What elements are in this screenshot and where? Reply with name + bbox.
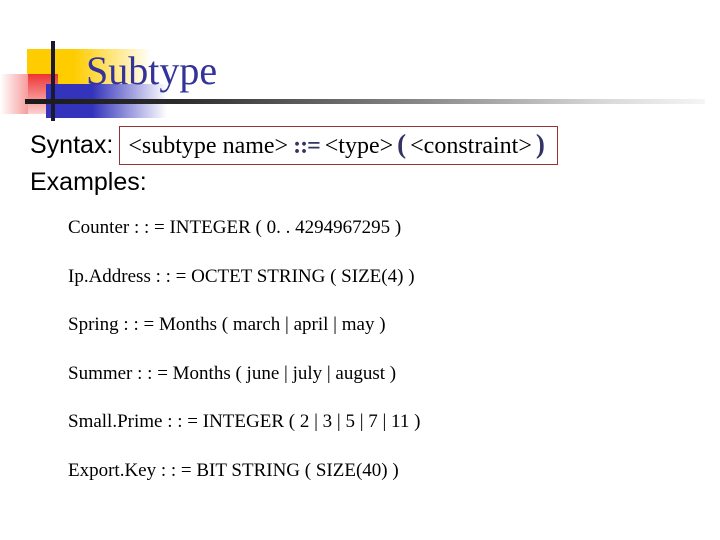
red-square-icon bbox=[28, 74, 58, 114]
list-item: Spring : : = Months ( march | april | ma… bbox=[68, 314, 386, 335]
examples-label: Examples: bbox=[30, 168, 147, 196]
list-item: Summer : : = Months ( june | july | augu… bbox=[68, 362, 397, 384]
syntax-token-assign: ::= bbox=[293, 132, 321, 159]
syntax-label: Syntax: bbox=[30, 131, 114, 159]
page-title: Subtype bbox=[86, 48, 218, 93]
syntax-token-type: <type> bbox=[324, 132, 394, 159]
list-item: Counter : : = INTEGER ( 0. . 4294967295 … bbox=[68, 217, 402, 238]
syntax-token-paren-close: ) bbox=[535, 128, 545, 159]
vertical-rule-icon bbox=[51, 41, 55, 121]
list-item: Small.Prime : : = INTEGER ( 2 | 3 | 5 | … bbox=[68, 411, 421, 432]
syntax-formula-box: <subtype name> ::= <type> ( <constraint>… bbox=[119, 125, 558, 165]
syntax-token-subtype-name: <subtype name> bbox=[128, 132, 289, 159]
slide-canvas: Subtype Syntax: <subtype name> ::= <type… bbox=[0, 0, 720, 540]
horizontal-rule-icon bbox=[25, 99, 705, 104]
examples-list: Counter : : = INTEGER ( 0. . 4294967295 … bbox=[68, 216, 708, 507]
list-item: Ip.Address : : = OCTET STRING ( SIZE(4) … bbox=[68, 265, 415, 287]
red-fade-band-icon bbox=[0, 74, 58, 114]
gold-square-icon bbox=[27, 49, 74, 90]
syntax-line: Syntax: <subtype name> ::= <type> ( <con… bbox=[30, 125, 558, 165]
list-item: Export.Key : : = BIT STRING ( SIZE(40) ) bbox=[68, 459, 399, 481]
syntax-token-constraint: <constraint> bbox=[410, 132, 532, 159]
syntax-token-paren-open: ( bbox=[397, 128, 407, 159]
